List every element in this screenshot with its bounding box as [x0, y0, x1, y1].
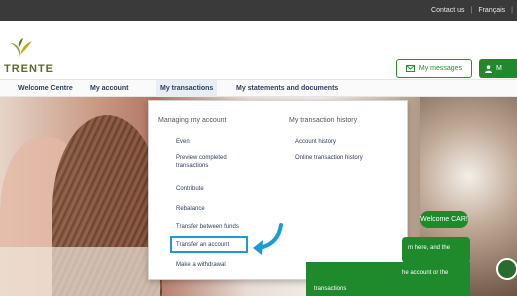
nav-my-account[interactable]: My account	[90, 80, 129, 98]
menu-item-withdrawal[interactable]: Make a withdrawal	[176, 261, 226, 269]
utility-separator: |	[470, 7, 473, 14]
menu-item-transfer-between-funds[interactable]: Transfer between funds	[176, 223, 239, 231]
menu-item-contribute[interactable]: Contribute	[176, 185, 204, 193]
my-profile-button[interactable]: M	[479, 59, 517, 78]
logo-leaf-icon[interactable]	[6, 37, 34, 61]
transactions-dropdown-menu: Managing my account My transaction histo…	[148, 100, 408, 280]
chat-message-bubble: m here, and the	[402, 237, 470, 263]
utility-links: Contact us | Français |	[431, 0, 513, 21]
chat-welcome-bubble[interactable]: Welcome CAR!	[420, 211, 468, 228]
menu-heading-history: My transaction history	[289, 117, 358, 124]
utility-bar: Contact us | Français |	[0, 0, 517, 21]
menu-item-rebalance[interactable]: Rebalance	[176, 205, 205, 213]
menu-item-account-history[interactable]: Account history	[295, 138, 336, 146]
chat-avatar[interactable]	[496, 258, 517, 280]
menu-item-online-history[interactable]: Online transaction history	[295, 154, 363, 162]
menu-item-even[interactable]: Even	[176, 138, 190, 146]
menu-item-preview-transactions[interactable]: Preview completed transactions	[176, 154, 252, 170]
nav-my-statements[interactable]: My statements and documents	[236, 80, 338, 98]
utility-separator: |	[511, 7, 513, 14]
chat-message-line: he account or the	[402, 270, 449, 276]
user-icon	[485, 64, 492, 73]
nav-welcome-centre[interactable]: Welcome Centre	[18, 80, 73, 98]
my-messages-label: My messages	[418, 65, 463, 72]
my-profile-label: M	[496, 65, 502, 72]
site-header: TRENTE My messages M	[0, 21, 517, 79]
pointer-arrow-icon	[253, 223, 283, 255]
nav-my-transactions[interactable]: My transactions	[156, 80, 218, 98]
logo-text[interactable]: TRENTE	[4, 63, 54, 75]
contact-us-link[interactable]: Contact us	[431, 7, 464, 14]
chat-message-line: transactions	[314, 286, 347, 292]
chat-message-bubble-2: he account or the transactions	[306, 262, 470, 296]
highlight-box	[170, 236, 248, 253]
envelope-icon	[405, 65, 415, 72]
main-nav: Welcome Centre My account My transaction…	[0, 79, 517, 98]
language-link[interactable]: Français	[478, 7, 505, 14]
my-messages-button[interactable]: My messages	[396, 59, 472, 78]
hero-person-shoulder	[0, 247, 160, 296]
menu-heading-managing: Managing my account	[158, 117, 227, 124]
